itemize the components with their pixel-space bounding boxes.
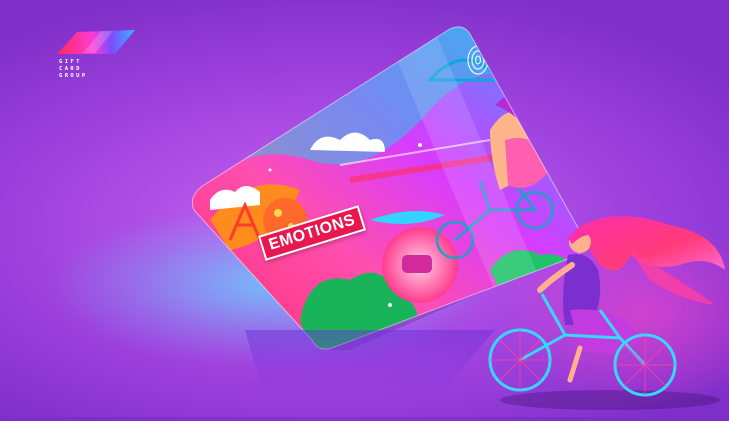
cyclist-figure [488, 216, 725, 410]
cyclist-illustration [480, 210, 729, 417]
logo-text-line: CARD [59, 66, 82, 72]
logo-mark-icon [57, 30, 135, 54]
logo-text: GIFT CARD GROUP [59, 59, 88, 80]
logo-text-line: GIFT [59, 59, 82, 65]
logo-text-line: GROUP [59, 73, 88, 79]
gift-card-group-logo: GIFT CARD GROUP [55, 28, 140, 98]
